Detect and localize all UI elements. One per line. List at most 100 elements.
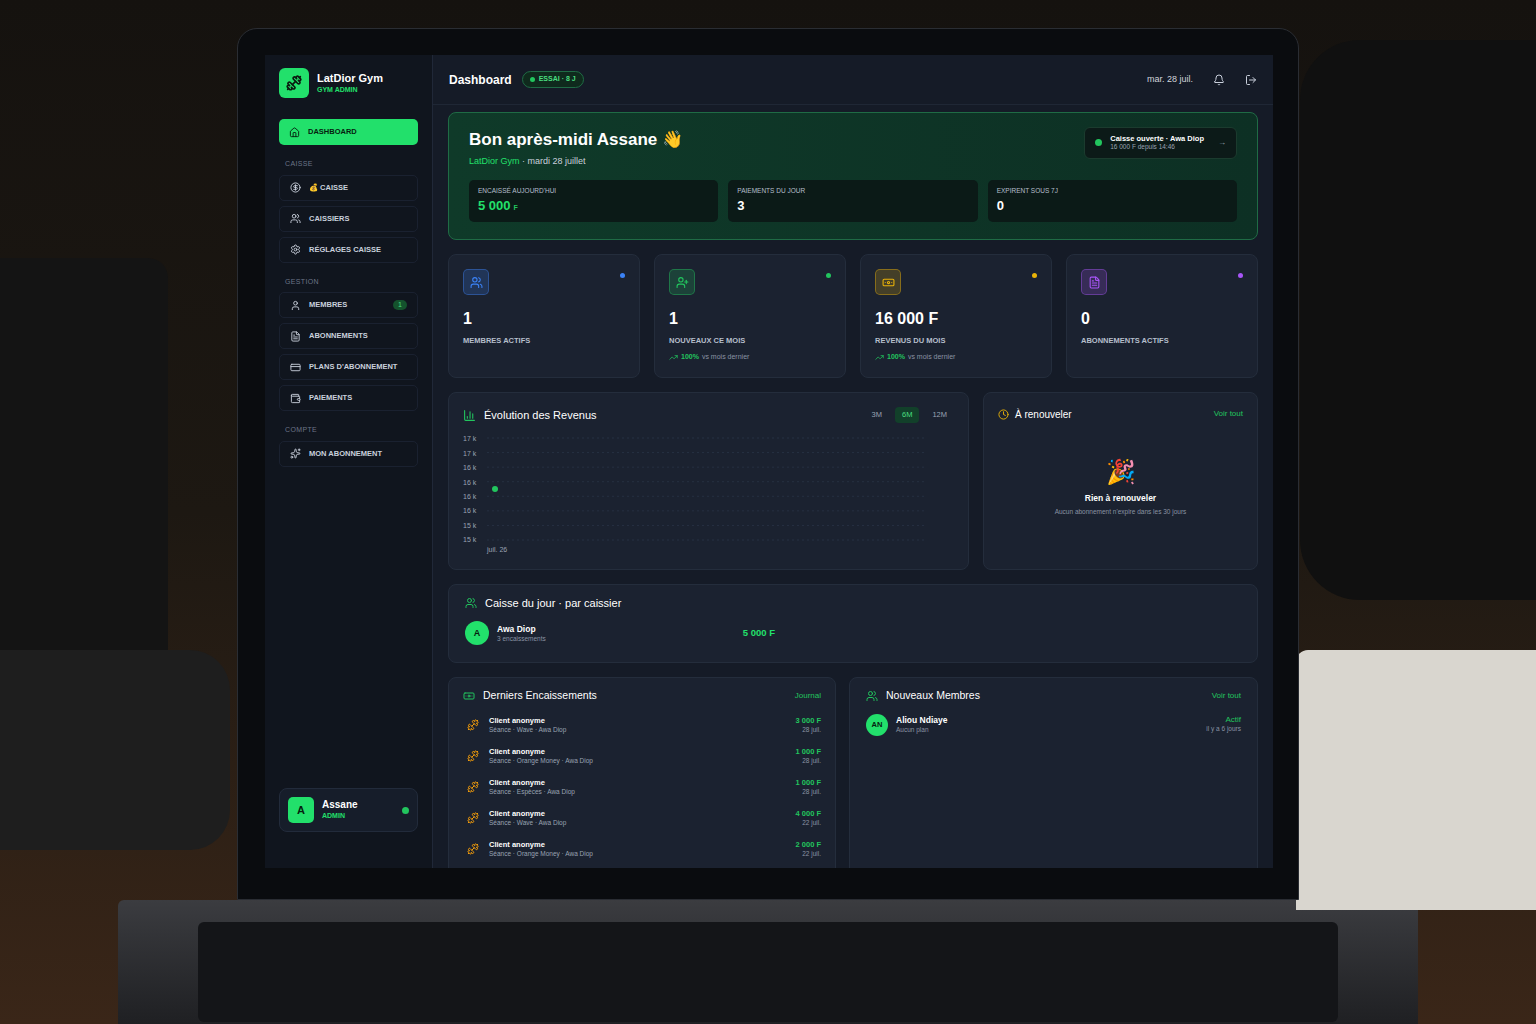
sidebar-item[interactable]: PLANS D'ABONNEMENT xyxy=(279,354,418,380)
nav-icon xyxy=(290,362,301,373)
photo: LatDior GymGYM ADMIN DASHBOARD CAISSE 💰 CAI… xyxy=(0,0,1536,1024)
hero-subtitle: LatDior Gym · mardi 28 juillet xyxy=(469,155,1084,169)
screen: LatDior GymGYM ADMIN DASHBOARD CAISSE 💰 CAI… xyxy=(265,55,1273,868)
cashiers-icon xyxy=(465,597,477,609)
kpi-value: 0 xyxy=(1081,307,1243,331)
brand-name: LatDior Gym xyxy=(317,72,383,86)
nav-section: DASHBOARD xyxy=(279,119,418,145)
chart-icon xyxy=(463,409,476,422)
cashier-card: Caisse du jour · par caissierAAwa Diop3 … xyxy=(448,584,1258,663)
sidebar: LatDior GymGYM ADMIN DASHBOARD CAISSE 💰 CAI… xyxy=(265,55,433,868)
nav-icon xyxy=(290,448,301,459)
journal-link[interactable]: Journal xyxy=(795,690,821,702)
kpi-icon xyxy=(669,269,695,295)
kpi-label: REVENUS DU MOIS xyxy=(875,335,1037,346)
logout-icon[interactable] xyxy=(1245,74,1257,86)
kpi-value: 16 000 F xyxy=(875,307,1037,331)
user-avatar: A xyxy=(288,797,314,823)
kpi-card: 0 ABONNEMENTS ACTIFS xyxy=(1066,254,1258,378)
nav-icon xyxy=(290,300,301,311)
sidebar-nav: DASHBOARD CAISSE 💰 CAISSE CAISSIERS RÉGLAGES… xyxy=(279,119,418,477)
kpi-card: 1NOUVEAUX CE MOIS100%vs mois dernier xyxy=(654,254,846,378)
kpi-card: 16 000 F REVENUS DU MOIS 100%vs mois derni… xyxy=(860,254,1052,378)
chart-point[interactable] xyxy=(492,486,498,492)
payment-icon xyxy=(467,812,479,824)
nav-icon xyxy=(290,244,301,255)
chart-plot xyxy=(487,435,927,543)
payment-row[interactable]: Client anonymeSéance · Espèces · Awa Dio… xyxy=(463,772,821,803)
sidebar-item[interactable]: RÉGLAGES CAISSE xyxy=(279,237,418,263)
sidebar-item[interactable]: DASHBOARD xyxy=(279,119,418,145)
kpi-trend: 100%vs mois dernier xyxy=(669,352,831,363)
date: mar. 28 juil. xyxy=(1147,73,1193,87)
renew-card: À renouvelerVoir tout🎉Rien à renouvelerA… xyxy=(983,392,1258,570)
member-row[interactable]: ANAliou NdiayeAucun planActifil y a 6 jo… xyxy=(866,714,1241,736)
clock-icon xyxy=(998,409,1009,420)
y-axis: 17 k17 k16 k16 k16 k16 k15 k15 k xyxy=(463,435,483,543)
members-card: Nouveaux MembresVoir toutANAliou NdiayeA… xyxy=(849,677,1258,868)
kpi-icon xyxy=(875,269,901,295)
bell-icon[interactable] xyxy=(1213,74,1225,86)
range-tab[interactable]: 6M xyxy=(895,407,919,422)
sidebar-item[interactable]: ABONNEMENTS xyxy=(279,323,418,349)
nav-badge: 1 xyxy=(393,300,407,311)
logo-icon xyxy=(279,68,309,98)
kpi-icon xyxy=(1081,269,1107,295)
payment-icon xyxy=(467,843,479,855)
payment-row[interactable]: Client anonymeSéance · Wave · Awa Diop3 … xyxy=(463,710,821,741)
x-axis: juil. 26 xyxy=(463,545,954,556)
renew-link[interactable]: Voir tout xyxy=(1214,408,1243,420)
payment-icon xyxy=(467,781,479,793)
hero-stat: EXPIRENT SOUS 7J0 xyxy=(988,180,1237,222)
kpi-dot xyxy=(620,273,625,278)
payment-icon xyxy=(467,719,479,731)
kpi-dot xyxy=(1238,273,1243,278)
main: DashboardESSAI · 8 Jmar. 28 juil.Bon apr… xyxy=(433,55,1273,868)
range-tabs: 3M 6M 12M xyxy=(865,407,954,422)
revenue-chart-card: Évolution des Revenus 3M 6M 12M 17 k17 k16 k… xyxy=(448,392,969,570)
sidebar-item[interactable]: PAIEMENTS xyxy=(279,385,418,411)
nav-section-title: GESTION xyxy=(279,277,418,288)
kpi-label: ABONNEMENTS ACTIFS xyxy=(1081,335,1243,346)
kpi-trend: 100%vs mois dernier xyxy=(875,352,1037,363)
chart-title: Évolution des Revenus xyxy=(484,407,857,424)
topbar: DashboardESSAI · 8 Jmar. 28 juil. xyxy=(433,55,1273,105)
kpi-dot xyxy=(1032,273,1037,278)
payment-row[interactable]: Client anonymeSéance · Wave · Awa Diop4 … xyxy=(463,803,821,834)
empty-state: 🎉Rien à renouvelerAucun abonnement n'exp… xyxy=(998,422,1243,555)
members-icon xyxy=(866,690,878,702)
nav-section-title: COMPTE xyxy=(279,425,418,436)
payment-row[interactable]: Client anonymeSéance · Orange Money · Aw… xyxy=(463,834,821,865)
sidebar-item[interactable]: CAISSIERS xyxy=(279,206,418,232)
nav-section: CAISSE 💰 CAISSE CAISSIERS RÉGLAGES CAISSE xyxy=(279,155,418,263)
members-link[interactable]: Voir tout xyxy=(1212,690,1241,702)
range-tab[interactable]: 12M xyxy=(925,407,954,422)
online-dot xyxy=(402,807,409,814)
range-tab[interactable]: 3M xyxy=(865,407,889,422)
payments-card: Derniers EncaissementsJournalClient anon… xyxy=(448,677,836,868)
kpi-label: NOUVEAUX CE MOIS xyxy=(669,335,831,346)
keyboard xyxy=(198,922,1338,1022)
notebook xyxy=(1296,650,1536,910)
kpi-value: 1 xyxy=(463,307,625,331)
weight-plates xyxy=(1300,40,1536,600)
register-status[interactable]: Caisse ouverte · Awa Diop16 000 F depuis… xyxy=(1084,127,1237,159)
cashier-row[interactable]: AAwa Diop3 encaissements5 000 F xyxy=(465,621,775,645)
nav-section-title: CAISSE xyxy=(279,159,418,170)
brand-role: GYM ADMIN xyxy=(317,86,383,95)
brand[interactable]: LatDior GymGYM ADMIN xyxy=(279,55,418,105)
sidebar-item[interactable]: 💰 CAISSE xyxy=(279,175,418,201)
nav-section: GESTION MEMBRES1 ABONNEMENTS PLANS D'ABONNE… xyxy=(279,273,418,412)
hero: Bon après-midi Assane 👋LatDior Gym · mar… xyxy=(448,112,1258,240)
sidebar-item[interactable]: MEMBRES1 xyxy=(279,292,418,318)
hero-stat: PAIEMENTS DU JOUR3 xyxy=(728,180,977,222)
towel xyxy=(0,650,230,850)
nav-icon xyxy=(290,393,301,404)
nav-icon xyxy=(289,127,300,138)
trial-badge: ESSAI · 8 J xyxy=(522,71,584,88)
sidebar-item[interactable]: MON ABONNEMENT xyxy=(279,441,418,467)
kpi-label: MEMBRES ACTIFS xyxy=(463,335,625,346)
payment-row[interactable]: Client anonymeSéance · Orange Money · Aw… xyxy=(463,741,821,772)
user-card[interactable]: AAssaneADMIN xyxy=(279,788,418,832)
kpi-card: 1 MEMBRES ACTIFS xyxy=(448,254,640,378)
